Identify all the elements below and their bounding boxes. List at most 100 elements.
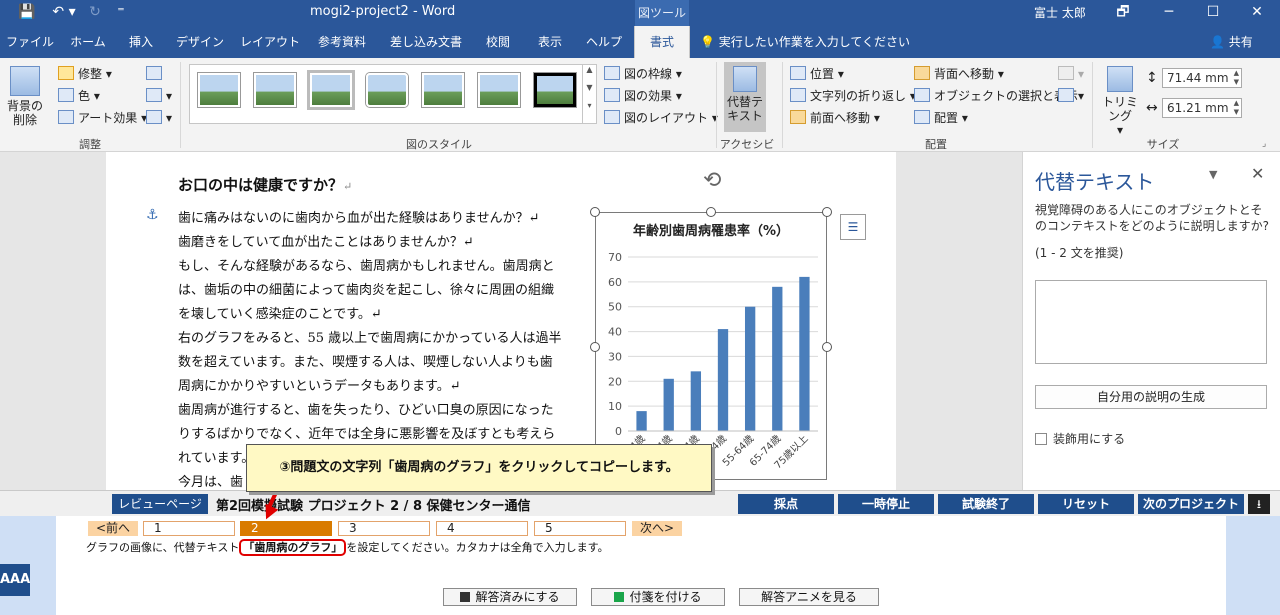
task-4-button[interactable]: 4 — [436, 521, 528, 536]
layout-options-icon[interactable]: ☰ — [840, 214, 866, 240]
resize-handle[interactable] — [822, 342, 832, 352]
compress-pictures-button[interactable] — [146, 64, 166, 84]
chart-picture[interactable]: 年齢別歯周病罹患率（%）01020304050607015-24歳25-34歳3… — [595, 212, 827, 480]
color-button[interactable]: 色 ▾ — [58, 86, 100, 106]
rotate-handle-icon[interactable]: ⟲ — [703, 168, 721, 193]
height-field[interactable]: 71.44 mm ▲ ▼ — [1162, 68, 1242, 88]
tab-review[interactable]: 校閲 — [474, 26, 522, 58]
mark-decorative-checkbox[interactable]: 装飾用にする — [1035, 430, 1125, 447]
wrap-text-button[interactable]: 文字列の折り返し ▾ — [790, 86, 916, 106]
resize-handle[interactable] — [706, 207, 716, 217]
copy-target-text[interactable]: 「歯周病のグラフ」 — [239, 539, 347, 556]
close-icon[interactable]: ✕ — [1234, 0, 1280, 26]
style-thumb[interactable] — [534, 73, 576, 107]
bring-forward-icon — [790, 110, 806, 124]
tab-layout[interactable]: レイアウト — [236, 26, 304, 58]
answer-animation-button[interactable]: 解答アニメを見る — [739, 588, 879, 606]
minimize-icon[interactable]: ─ — [1146, 0, 1192, 26]
next-task-button[interactable]: 次へ> — [632, 521, 682, 536]
undo-icon[interactable]: ↶ ▾ — [48, 2, 80, 22]
tab-help[interactable]: ヘルプ — [578, 26, 630, 58]
save-icon[interactable]: 💾 — [16, 2, 38, 22]
style-thumb[interactable] — [310, 73, 352, 107]
picture-layout-button[interactable]: 図のレイアウト ▾ — [604, 108, 718, 128]
task-5-button[interactable]: 5 — [534, 521, 626, 536]
height-spinner-icon[interactable]: ▲ ▼ — [1234, 69, 1239, 87]
download-icon[interactable]: ⭳ — [1248, 494, 1270, 514]
alt-text-button[interactable]: 代替テ キスト — [724, 62, 766, 132]
picture-effects-button[interactable]: 図の効果 ▾ — [604, 86, 682, 106]
ribbon-display-icon[interactable]: 🗗 — [1100, 0, 1146, 26]
alt-text-input[interactable] — [1035, 280, 1267, 364]
task-1-button[interactable]: 1 — [143, 521, 235, 536]
bring-forward-button[interactable]: 前面へ移動 ▾ — [790, 108, 880, 128]
selection-pane-button[interactable]: オブジェクトの選択と表示 — [914, 86, 1078, 106]
prev-task-button[interactable]: <前へ — [88, 521, 138, 536]
artistic-effects-icon — [58, 110, 74, 124]
font-size-button[interactable]: AAA — [0, 564, 30, 596]
style-thumb[interactable] — [198, 73, 240, 107]
artistic-effects-button[interactable]: アート効果 ▾ — [58, 108, 147, 128]
group-objects-button[interactable]: ▾ — [1058, 64, 1084, 84]
width-field[interactable]: 61.21 mm ▲ ▼ — [1162, 98, 1242, 118]
change-picture-button[interactable]: ▾ — [146, 86, 172, 106]
tab-view[interactable]: 表示 — [524, 26, 576, 58]
pane-close-icon[interactable]: ✕ — [1251, 164, 1264, 183]
corrections-button[interactable]: 修整 ▾ — [58, 64, 112, 84]
tab-format[interactable]: 書式 — [634, 26, 690, 58]
redo-icon[interactable]: ↻ — [84, 2, 106, 22]
tab-home[interactable]: ホーム — [60, 26, 116, 58]
reset-picture-button[interactable]: ▾ — [146, 108, 172, 128]
picture-border-button[interactable]: 図の枠線 ▾ — [604, 64, 682, 84]
mark-answered-button[interactable]: 解答済みにする — [443, 588, 577, 606]
style-thumb[interactable] — [254, 73, 296, 107]
picture-layout-icon — [604, 110, 620, 124]
review-page-button[interactable]: レビューページ — [112, 494, 208, 514]
style-thumb[interactable] — [422, 73, 464, 107]
align-button[interactable]: 配置 ▾ — [914, 108, 968, 128]
share-button[interactable]: 👤 共有 — [1210, 26, 1253, 58]
generate-description-button[interactable]: 自分用の説明の生成 — [1035, 385, 1267, 409]
tab-insert[interactable]: 挿入 — [118, 26, 164, 58]
end-exam-button[interactable]: 試験終了 — [938, 494, 1034, 514]
tab-file[interactable]: ファイル — [2, 26, 58, 58]
score-button[interactable]: 採点 — [738, 494, 834, 514]
rotate-button[interactable]: ▾ — [1058, 86, 1084, 106]
reset-button[interactable]: リセット — [1038, 494, 1134, 514]
resize-handle[interactable] — [590, 342, 600, 352]
customize-qat-icon[interactable]: ⁼ — [110, 2, 132, 22]
text-line: 周病にかかりやすいというデータもあります。↵ — [178, 379, 461, 394]
tab-references[interactable]: 参考資料 — [306, 26, 378, 58]
task-3-button[interactable]: 3 — [338, 521, 430, 536]
next-project-button[interactable]: 次のプロジェクト — [1138, 494, 1244, 514]
position-button[interactable]: 位置 ▾ — [790, 64, 844, 84]
document-heading[interactable]: お口の中は健康ですか？↵ — [178, 174, 352, 195]
size-dialog-launcher-icon[interactable]: ⌟ — [1262, 134, 1266, 154]
tab-mailings[interactable]: 差し込み文書 — [380, 26, 472, 58]
document-page[interactable]: お口の中は健康ですか？↵ ⚓ 歯に痛みはないのに歯肉から血が出た経験はありません… — [106, 152, 896, 490]
text-line: 歯周病が進行すると、歯を失ったり、ひどい口臭の原因になった — [178, 403, 554, 418]
gallery-scroll[interactable]: ▲ ▼ ▾ — [582, 65, 596, 123]
crop-button[interactable]: トリミング ▾ — [1098, 62, 1142, 137]
pause-button[interactable]: 一時停止 — [838, 494, 934, 514]
group-divider — [180, 62, 181, 148]
tell-me-search[interactable]: 💡 実行したい作業を入力してください — [700, 26, 910, 58]
tab-design[interactable]: デザイン — [166, 26, 234, 58]
picture-tools-tag: 図ツール — [635, 0, 689, 26]
resize-handle[interactable] — [590, 207, 600, 217]
pane-options-icon[interactable]: ▼ — [1209, 168, 1217, 181]
resize-handle[interactable] — [822, 207, 832, 217]
style-thumb[interactable] — [366, 73, 408, 107]
style-thumb[interactable] — [478, 73, 520, 107]
corrections-label: 修整 — [78, 67, 103, 81]
remove-background-button[interactable]: 背景の 削除 — [4, 62, 46, 127]
task-2-button[interactable]: 2 — [240, 521, 332, 536]
width-spinner-icon[interactable]: ▲ ▼ — [1234, 99, 1239, 117]
user-name[interactable]: 富士 太郎 — [1034, 4, 1086, 21]
adjust-group-label: 調整 — [79, 138, 101, 151]
color-icon — [58, 88, 74, 102]
maximize-icon[interactable]: ☐ — [1190, 0, 1236, 26]
send-backward-button[interactable]: 背面へ移動 ▾ — [914, 64, 1004, 84]
add-tag-button[interactable]: 付箋を付ける — [591, 588, 725, 606]
send-backward-icon — [914, 66, 930, 80]
